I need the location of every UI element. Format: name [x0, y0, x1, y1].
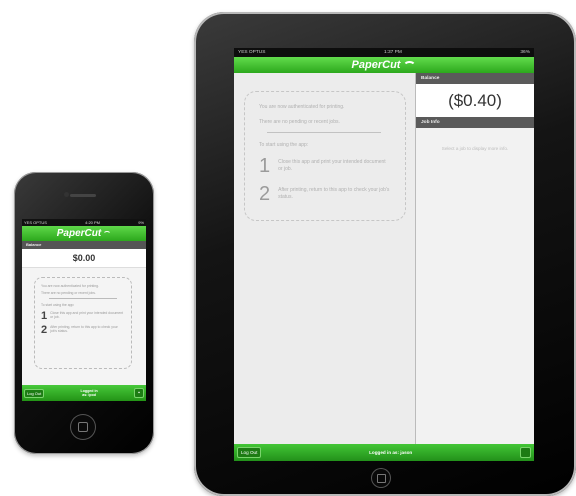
battery-label: 9% — [138, 220, 144, 225]
step-number: 2 — [259, 183, 271, 205]
step-1: 1 Close this app and print your intended… — [259, 155, 391, 177]
wifi-icon — [403, 60, 417, 72]
camera-icon — [64, 192, 69, 197]
no-jobs-text: There are no pending or recent jobs. — [41, 291, 96, 295]
speaker-grille — [70, 194, 96, 197]
ipad-status-bar: YES OPTUS 1:37 PM 36% — [234, 48, 534, 57]
divider — [49, 298, 117, 299]
info-panel: You are now authenticated for printing. … — [244, 91, 406, 221]
iphone-device: YES OPTUS 4:20 PM 9% PaperCut Balance $0… — [14, 172, 154, 454]
divider — [267, 132, 381, 133]
brand-logo: PaperCut — [351, 59, 401, 71]
auth-text: You are now authenticated for printing. — [259, 104, 345, 110]
brand-logo: PaperCut — [56, 228, 102, 239]
job-info-header: Job Info — [416, 117, 534, 128]
status-time: 1:37 PM — [383, 50, 402, 55]
logged-in-status: Logged in as: ipod — [81, 389, 98, 397]
logout-button[interactable]: Log Out — [24, 388, 45, 398]
home-button-icon[interactable] — [70, 414, 96, 440]
balance-value: ($0.40) — [416, 84, 534, 117]
step-text: Close this app and print your intended d… — [50, 311, 124, 319]
step-number: 2 — [41, 324, 48, 336]
step-text: Close this app and print your intended d… — [278, 159, 386, 172]
iphone-status-bar: YES OPTUS 4:20 PM 9% — [22, 219, 146, 226]
refresh-button[interactable]: ▪ — [134, 388, 144, 398]
step-number: 1 — [41, 310, 48, 322]
info-panel: You are now authenticated for printing. … — [34, 277, 132, 369]
refresh-button[interactable] — [520, 447, 531, 458]
iphone-screen: YES OPTUS 4:20 PM 9% PaperCut Balance $0… — [22, 219, 146, 401]
side-panel: Balance ($0.40) Job Info Select a job to… — [416, 73, 534, 444]
main-panel: You are now authenticated for printing. … — [234, 73, 416, 444]
app-footer: Log Out Logged in as: ipod ▪ — [22, 385, 146, 401]
balance-value: $0.00 — [22, 249, 146, 268]
step-text: After printing, return to this app to ch… — [278, 187, 390, 200]
step-2: 2 After printing, return to this app to … — [41, 324, 125, 336]
balance-header: Balance — [416, 73, 534, 84]
app-footer: Log Out Logged in as: jason — [234, 444, 534, 461]
status-time: 4:20 PM — [85, 220, 101, 225]
start-text: To start using the app: — [259, 142, 309, 148]
balance-header: Balance — [22, 241, 146, 249]
step-number: 1 — [259, 155, 271, 177]
start-text: To start using the app: — [41, 303, 75, 307]
carrier-label: YES OPTUS — [238, 50, 266, 55]
carrier-label: YES OPTUS — [24, 220, 47, 225]
app-header: PaperCut — [234, 57, 534, 73]
step-1: 1 Close this app and print your intended… — [41, 310, 125, 322]
logged-in-status: Logged in as: jason — [369, 450, 413, 455]
ipad-device: YES OPTUS 1:37 PM 36% PaperCut You are n… — [194, 12, 576, 496]
home-button-icon[interactable] — [371, 468, 391, 488]
battery-label: 36% — [520, 50, 530, 55]
job-info-placeholder: Select a job to display more info. — [441, 146, 509, 151]
ipad-screen: YES OPTUS 1:37 PM 36% PaperCut You are n… — [234, 48, 534, 461]
step-text: After printing, return to this app to ch… — [50, 325, 118, 333]
auth-text: You are now authenticated for printing. — [41, 284, 99, 288]
logout-button[interactable]: Log Out — [237, 447, 262, 458]
wifi-icon — [103, 231, 112, 238]
app-header: PaperCut — [22, 226, 146, 241]
logged-in-user: as: ipod — [82, 393, 96, 397]
step-2: 2 After printing, return to this app to … — [259, 183, 391, 205]
no-jobs-text: There are no pending or recent jobs. — [259, 119, 340, 125]
